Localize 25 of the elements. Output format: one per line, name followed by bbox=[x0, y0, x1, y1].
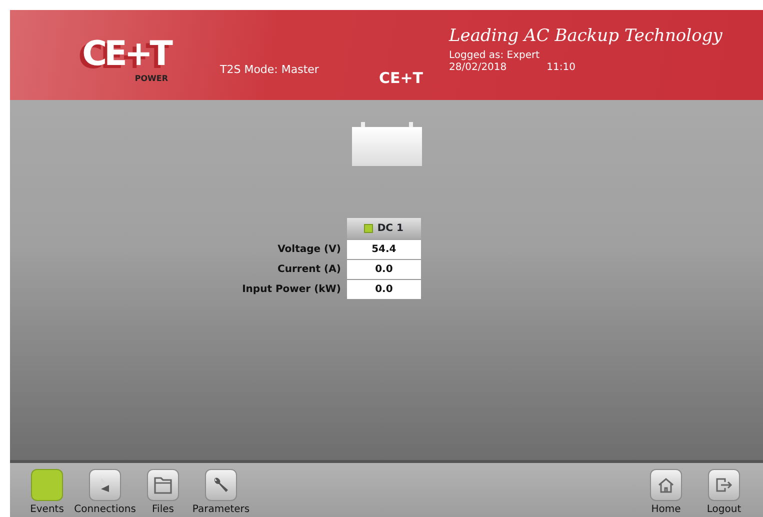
parameters-button[interactable]: Parameters bbox=[192, 469, 250, 517]
connections-button[interactable]: Connections bbox=[76, 469, 134, 517]
measurement-value: 54.4 bbox=[346, 240, 421, 259]
source-name: DC 1 bbox=[377, 222, 404, 236]
folder-icon bbox=[153, 476, 173, 494]
measurement-value: 0.0 bbox=[346, 280, 421, 299]
logout-icon bbox=[715, 477, 733, 493]
events-button[interactable]: Events bbox=[18, 469, 76, 517]
logo-subtitle: POWER bbox=[134, 73, 168, 85]
measurement-label: Input Power (kW) bbox=[242, 283, 341, 297]
measurement-label: Voltage (V) bbox=[276, 243, 341, 257]
user-label: Logged as: Expert bbox=[449, 50, 541, 62]
date-label: 28/02/2018 bbox=[449, 62, 507, 74]
home-button[interactable]: Home bbox=[637, 469, 695, 517]
time-label: 11:10 bbox=[546, 62, 576, 74]
measurement-label: Current (A) bbox=[276, 263, 341, 277]
measurement-value: 0.0 bbox=[346, 260, 421, 279]
home-icon bbox=[657, 477, 675, 493]
site-name: CE+T bbox=[378, 68, 423, 89]
battery-icon bbox=[352, 122, 422, 166]
logo-mark: CE+T bbox=[82, 37, 170, 71]
logout-button[interactable]: Logout bbox=[695, 469, 753, 517]
tagline: Leading AC Backup Technology bbox=[449, 25, 722, 48]
mode-label: T2S Mode: Master bbox=[220, 62, 319, 78]
files-button[interactable]: Files bbox=[134, 469, 192, 517]
